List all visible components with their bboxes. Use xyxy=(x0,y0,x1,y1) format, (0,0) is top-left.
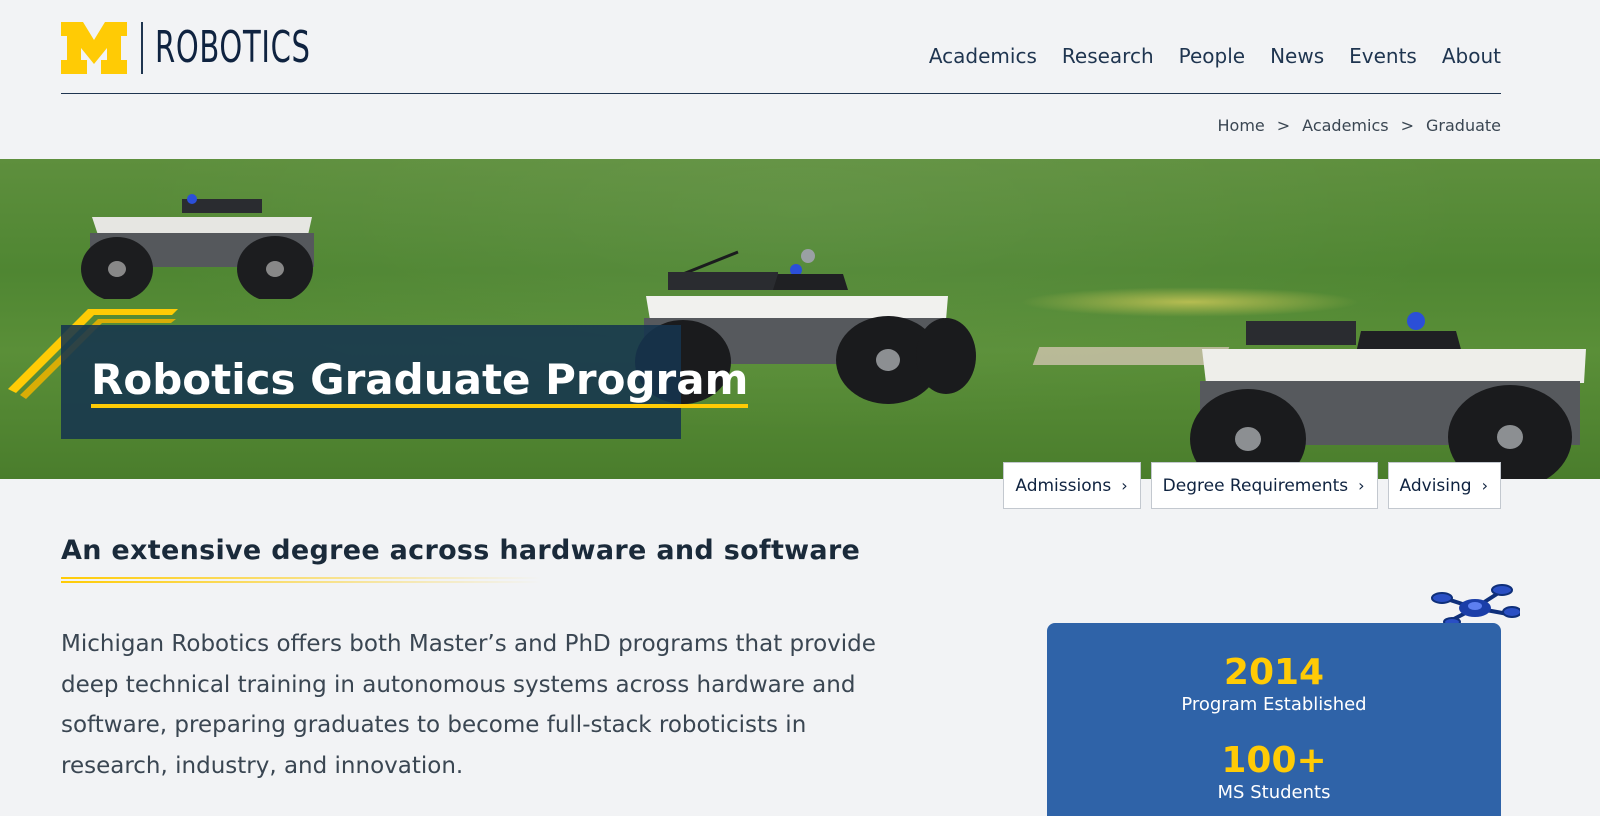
breadcrumb-academics[interactable]: Academics xyxy=(1302,116,1388,135)
section-heading-underline xyxy=(61,577,541,583)
breadcrumb-home[interactable]: Home xyxy=(1218,116,1265,135)
hero-banner: Robotics Graduate Program xyxy=(0,159,1600,479)
program-stats-card: 2014 Program Established 100+ MS Student… xyxy=(1047,623,1501,816)
nav-events[interactable]: Events xyxy=(1349,44,1417,68)
breadcrumb-current: Graduate xyxy=(1426,116,1501,135)
nav-people[interactable]: People xyxy=(1179,44,1245,68)
quick-link-label: Advising xyxy=(1399,475,1472,496)
breadcrumb: Home > Academics > Graduate xyxy=(1218,116,1502,135)
stat-value: 100+ xyxy=(1221,740,1327,781)
chevron-right-icon: › xyxy=(1358,476,1365,495)
chevron-right-icon: › xyxy=(1481,476,1488,495)
section-heading: An extensive degree across hardware and … xyxy=(61,535,861,566)
breadcrumb-separator: > xyxy=(1400,116,1414,135)
stat-label: MS Students xyxy=(1217,782,1331,803)
stat-value: 2014 xyxy=(1223,652,1325,693)
quick-links: Admissions › Degree Requirements › Advis… xyxy=(1003,462,1501,509)
site-header: ROBOTICS Academics Research People News … xyxy=(61,0,1501,94)
admissions-link[interactable]: Admissions › xyxy=(1003,462,1141,509)
rover-robot-image xyxy=(1190,312,1586,479)
page-title: Robotics Graduate Program xyxy=(91,356,749,408)
stat-program-established: 2014 Program Established xyxy=(1047,653,1501,717)
nav-research[interactable]: Research xyxy=(1062,44,1154,68)
degree-requirements-link[interactable]: Degree Requirements › xyxy=(1150,462,1378,509)
hero-title-box: Robotics Graduate Program xyxy=(61,325,749,439)
chevron-right-icon: › xyxy=(1121,476,1128,495)
breadcrumb-separator: > xyxy=(1276,116,1291,135)
nav-about[interactable]: About xyxy=(1442,44,1501,68)
intro-paragraph: Michigan Robotics offers both Master’s a… xyxy=(61,631,876,779)
logo-divider xyxy=(141,22,143,74)
site-logo[interactable]: ROBOTICS xyxy=(61,22,391,74)
main-nav: Academics Research People News Events Ab… xyxy=(929,44,1501,68)
nav-academics[interactable]: Academics xyxy=(929,44,1037,68)
quick-link-label: Admissions xyxy=(1015,475,1112,496)
logo-wordmark: ROBOTICS xyxy=(155,22,311,73)
rover-robot-image xyxy=(81,194,314,299)
block-m-logo xyxy=(61,22,127,74)
stat-label: Program Established xyxy=(1181,694,1367,715)
advising-link[interactable]: Advising › xyxy=(1387,462,1501,509)
stat-ms-students: 100+ MS Students xyxy=(1047,741,1501,805)
nav-news[interactable]: News xyxy=(1270,44,1324,68)
quick-link-label: Degree Requirements xyxy=(1162,475,1349,496)
